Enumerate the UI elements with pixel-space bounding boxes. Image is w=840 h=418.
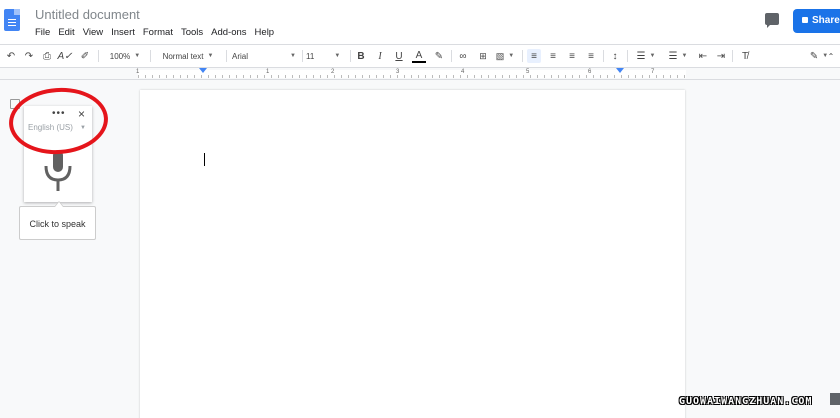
line-spacing-icon[interactable]: ↕ (608, 49, 622, 63)
numbered-list-icon[interactable]: ☰ ▼ (632, 49, 660, 63)
microphone-icon[interactable] (43, 150, 73, 192)
toolbar-divider (732, 50, 733, 62)
collapse-toolbar-icon[interactable]: ⌃ (824, 49, 838, 63)
insert-link-icon[interactable]: ∞ (456, 49, 470, 63)
clear-formatting-icon[interactable]: T̸ (738, 49, 752, 63)
align-justify-icon[interactable]: ≡ (584, 49, 598, 63)
redo-icon[interactable]: ↷ (22, 49, 36, 63)
toolbar-divider (451, 50, 452, 62)
toolbar-divider (150, 50, 151, 62)
title-bar: Untitled document File Edit View Insert … (0, 0, 840, 44)
menu-format[interactable]: Format (143, 27, 173, 38)
italic-button[interactable]: I (374, 49, 386, 63)
font-size-select[interactable]: 11 ▼ (306, 49, 348, 63)
chevron-down-icon: ▼ (134, 53, 141, 59)
paragraph-style-value: Normal text (162, 51, 204, 61)
share-button[interactable]: Share (793, 9, 840, 33)
align-center-icon[interactable]: ≡ (546, 49, 560, 63)
chevron-down-icon: ▼ (681, 53, 688, 59)
align-left-icon[interactable]: ≡ (527, 49, 541, 63)
underline-button[interactable]: U (393, 49, 405, 63)
paragraph-style-select[interactable]: Normal text ▼ (154, 49, 222, 63)
docs-logo-icon[interactable] (4, 9, 20, 31)
font-size-value: 11 (306, 51, 315, 61)
bold-button[interactable]: B (355, 49, 367, 63)
ruler: 1 1 2 3 4 5 6 7 (0, 68, 840, 80)
chevron-down-icon: ▼ (649, 53, 656, 59)
zoom-value: 100% (109, 51, 131, 61)
highlight-annotation-circle (6, 84, 111, 158)
chevron-down-icon: ▼ (334, 53, 341, 59)
menu-view[interactable]: View (83, 27, 103, 38)
menu-file[interactable]: File (35, 27, 50, 38)
comment-history-icon[interactable] (765, 13, 779, 28)
spellcheck-icon[interactable]: A✓ (57, 49, 72, 63)
click-to-speak-tooltip: Click to speak (19, 201, 96, 240)
menu-edit[interactable]: Edit (58, 27, 74, 38)
menu-tools[interactable]: Tools (181, 27, 203, 38)
ruler-number: 2 (331, 69, 335, 75)
menu-help[interactable]: Help (255, 27, 275, 38)
toolbar-divider (302, 50, 303, 62)
bulleted-list-icon[interactable]: ☰ ▼ (664, 49, 692, 63)
ruler-number: 1 (136, 69, 140, 75)
menu-insert[interactable]: Insert (111, 27, 135, 38)
toolbar-divider (522, 50, 523, 62)
ruler-number: 3 (396, 69, 400, 75)
toolbar-divider (603, 50, 604, 62)
toolbar: ↶ ↷ ⎙ A✓ ✐ 100% ▼ Normal text ▼ Arial ▼ 11 ▼… (0, 44, 840, 68)
paint-format-icon[interactable]: ✐ (78, 49, 92, 63)
watermark-text: GUOWAIWANGZHUAN.COM (679, 396, 813, 407)
ruler-number: 5 (526, 69, 530, 75)
font-select[interactable]: Arial ▼ (232, 49, 298, 63)
text-cursor (204, 153, 205, 166)
toolbar-divider (627, 50, 628, 62)
increase-indent-icon[interactable]: ⇥ (714, 49, 728, 63)
menu-add-ons[interactable]: Add-ons (211, 27, 246, 38)
document-title[interactable]: Untitled document (35, 7, 140, 22)
ruler-number: 6 (588, 69, 592, 75)
font-value: Arial (232, 51, 249, 61)
toolbar-divider (350, 50, 351, 62)
ruler-track[interactable] (138, 70, 686, 78)
explore-icon[interactable] (830, 393, 840, 405)
add-comment-icon[interactable]: ⊞ (476, 49, 490, 63)
zoom-select[interactable]: 100% ▼ (104, 49, 146, 63)
print-icon[interactable]: ⎙ (40, 49, 54, 63)
insert-image-icon[interactable]: ▧ ▼ (494, 49, 516, 63)
text-color-button[interactable]: A (412, 49, 426, 63)
ruler-number: 7 (651, 69, 655, 75)
chevron-down-icon: ▼ (207, 53, 214, 59)
left-indent-marker[interactable] (199, 68, 207, 73)
ruler-number: 4 (461, 69, 465, 75)
chevron-down-icon: ▼ (290, 53, 296, 59)
decrease-indent-icon[interactable]: ⇤ (696, 49, 710, 63)
toolbar-divider (98, 50, 99, 62)
menu-bar: File Edit View Insert Format Tools Add-o… (35, 27, 282, 38)
toolbar-divider (226, 50, 227, 62)
chevron-down-icon: ▼ (508, 53, 515, 59)
highlight-color-icon[interactable]: ✎ (432, 49, 446, 63)
align-right-icon[interactable]: ≡ (565, 49, 579, 63)
document-page[interactable] (140, 90, 685, 418)
undo-icon[interactable]: ↶ (4, 49, 18, 63)
share-label: Share (812, 15, 840, 26)
lock-icon (802, 17, 808, 23)
ruler-number: 1 (266, 69, 270, 75)
right-indent-marker[interactable] (616, 68, 624, 73)
